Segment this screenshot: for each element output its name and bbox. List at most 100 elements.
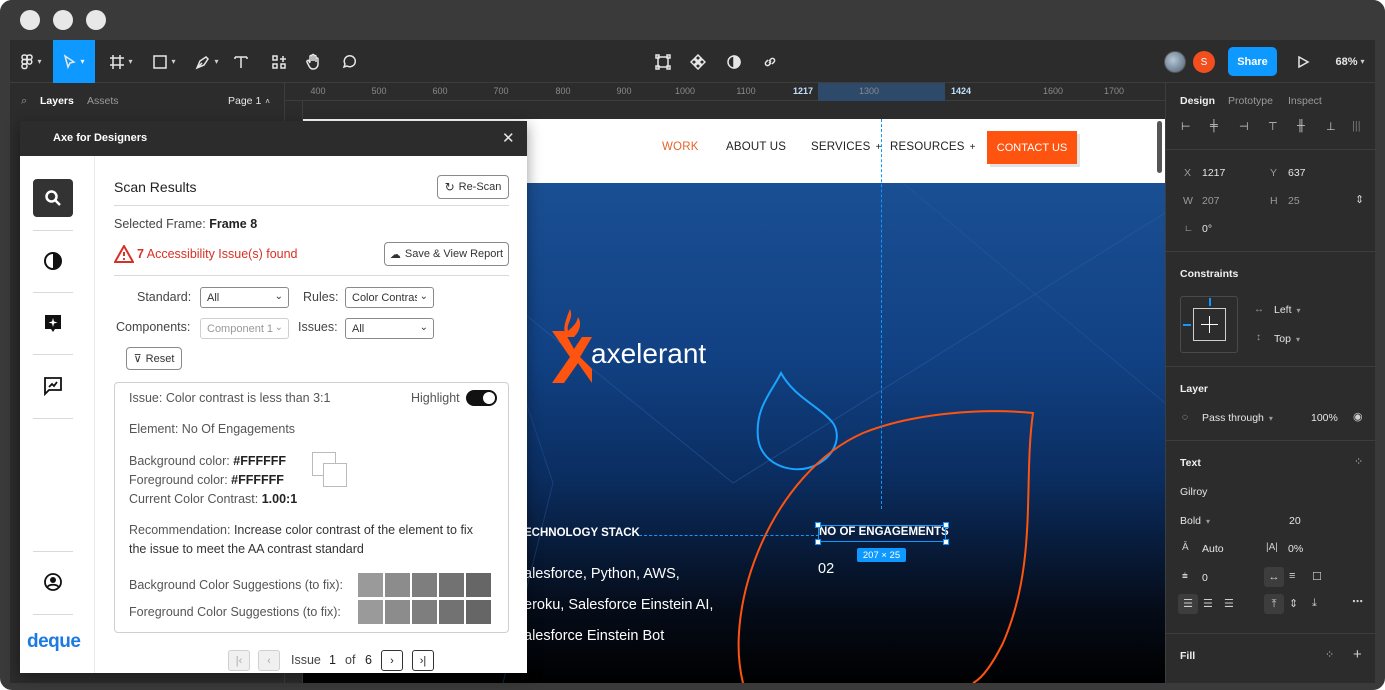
reset-button[interactable]: ⊽ Reset xyxy=(126,347,182,370)
constrain-proportions-icon[interactable]: ⇕ xyxy=(1355,193,1364,206)
nav-about-us[interactable]: ABOUT US xyxy=(726,141,786,153)
frame-tool-button[interactable]: ▾ xyxy=(102,40,140,83)
maximize-window-button[interactable] xyxy=(86,10,106,30)
auto-width-icon[interactable]: ↔ xyxy=(1264,567,1284,587)
account-button[interactable] xyxy=(43,572,63,597)
resize-handle[interactable] xyxy=(943,522,949,528)
contrast-nav-button[interactable] xyxy=(43,251,63,276)
components-select[interactable]: Component 1 ⌄ xyxy=(200,318,289,339)
close-window-button[interactable] xyxy=(20,10,40,30)
issues-select[interactable]: All ⌄ xyxy=(345,318,434,339)
horizontal-constraint-select[interactable]: Left ▾ xyxy=(1274,304,1301,316)
scan-nav-button[interactable] xyxy=(33,179,73,217)
foreground-suggestion-swatch[interactable] xyxy=(466,600,491,624)
contact-us-button[interactable]: CONTACT US xyxy=(987,131,1077,164)
comment-tool-button[interactable] xyxy=(338,40,360,83)
foreground-suggestion-swatch[interactable] xyxy=(412,600,437,624)
background-suggestion-swatch[interactable] xyxy=(439,573,464,597)
y-input[interactable]: 637 xyxy=(1288,167,1306,179)
line-height-input[interactable]: Auto xyxy=(1202,543,1224,555)
tab-layers[interactable]: Layers xyxy=(40,95,74,107)
background-suggestion-swatch[interactable] xyxy=(412,573,437,597)
zoom-menu[interactable]: 68% ▾ xyxy=(1328,40,1372,83)
align-left-icon[interactable]: ⊢ xyxy=(1181,120,1191,133)
font-weight-select[interactable]: Bold ▾ xyxy=(1180,515,1210,527)
distribute-icon[interactable]: ||| xyxy=(1352,120,1361,132)
text-align-left-icon[interactable]: ☰ xyxy=(1178,594,1198,614)
rules-select[interactable]: Color Contrast ⌄ xyxy=(345,287,434,308)
constraint-left-indicator[interactable] xyxy=(1183,324,1191,326)
rotation-input[interactable]: 0° xyxy=(1202,223,1212,235)
resize-handle[interactable] xyxy=(943,539,949,545)
w-input[interactable]: 207 xyxy=(1202,195,1220,207)
hand-tool-button[interactable] xyxy=(302,40,324,83)
standard-select[interactable]: All ⌄ xyxy=(200,287,289,308)
user-avatar[interactable]: S xyxy=(1193,51,1215,73)
main-menu-button[interactable]: ▾ xyxy=(10,40,52,83)
shape-tool-button[interactable]: ▾ xyxy=(145,40,183,83)
background-suggestion-swatch[interactable] xyxy=(466,573,491,597)
tab-design[interactable]: Design xyxy=(1180,95,1215,107)
first-page-button[interactable]: |‹ xyxy=(228,650,250,671)
prev-page-button[interactable]: ‹ xyxy=(258,650,280,671)
minimize-window-button[interactable] xyxy=(53,10,73,30)
letter-spacing-input[interactable]: 0% xyxy=(1288,543,1303,555)
foreground-suggestion-swatch[interactable] xyxy=(439,600,464,624)
fixed-size-icon[interactable]: ☐ xyxy=(1312,570,1322,583)
search-icon[interactable]: ⌕ xyxy=(21,95,27,108)
eye-icon[interactable]: ◉ xyxy=(1353,410,1363,423)
add-fill-icon[interactable]: + xyxy=(1353,646,1362,663)
h-input[interactable]: 25 xyxy=(1288,195,1300,207)
align-center-horizontal-icon[interactable]: ╪ xyxy=(1210,120,1218,132)
foreground-suggestion-swatch[interactable] xyxy=(358,600,383,624)
save-report-button[interactable]: ☁ Save & View Report xyxy=(384,242,509,266)
background-suggestion-swatch[interactable] xyxy=(358,573,383,597)
resources-button[interactable] xyxy=(268,40,290,83)
mask-button[interactable] xyxy=(723,40,745,83)
close-icon[interactable]: ✕ xyxy=(502,129,515,147)
x-input[interactable]: 1217 xyxy=(1202,167,1225,179)
align-bottom-text-icon[interactable]: ⤓ xyxy=(1312,597,1317,610)
link-button[interactable] xyxy=(759,40,781,83)
text-tool-button[interactable] xyxy=(230,40,252,83)
resize-handle[interactable] xyxy=(815,539,821,545)
font-family-select[interactable]: Gilroy xyxy=(1180,486,1207,498)
foreground-suggestion-swatch[interactable] xyxy=(385,600,410,624)
align-middle-text-icon[interactable]: ⇕ xyxy=(1289,597,1298,610)
vertical-constraint-select[interactable]: Top ▾ xyxy=(1274,333,1300,345)
tab-prototype[interactable]: Prototype xyxy=(1228,95,1273,107)
opacity-input[interactable]: 100% xyxy=(1311,412,1338,424)
fill-styles-icon[interactable]: ⁘ xyxy=(1325,648,1334,661)
align-middle-icon[interactable]: ╫ xyxy=(1297,120,1305,132)
align-top-icon[interactable]: ⊤ xyxy=(1268,120,1278,133)
text-align-right-icon[interactable]: ☰ xyxy=(1224,597,1234,610)
highlight-toggle[interactable] xyxy=(466,390,497,406)
avatar[interactable] xyxy=(1164,51,1186,73)
text-align-center-icon[interactable]: ☰ xyxy=(1203,597,1213,610)
align-right-icon[interactable]: ⊣ xyxy=(1239,120,1249,133)
align-bottom-icon[interactable]: ⊥ xyxy=(1326,120,1336,133)
align-top-text-icon[interactable]: ⤒ xyxy=(1264,594,1284,614)
vertical-scrollbar[interactable] xyxy=(1157,121,1162,173)
nav-work[interactable]: WORK xyxy=(662,141,699,153)
constraint-top-indicator[interactable] xyxy=(1209,298,1211,306)
last-page-button[interactable]: ›| xyxy=(412,650,434,671)
text-styles-icon[interactable]: ⁘ xyxy=(1354,455,1363,468)
paragraph-spacing-input[interactable]: 0 xyxy=(1202,572,1208,584)
selection-box[interactable] xyxy=(818,525,946,542)
font-size-input[interactable]: 20 xyxy=(1289,515,1301,527)
next-page-button[interactable]: › xyxy=(381,650,403,671)
move-tool-button[interactable]: ▾ xyxy=(53,40,95,83)
share-button[interactable]: Share xyxy=(1228,47,1277,76)
background-suggestion-swatch[interactable] xyxy=(385,573,410,597)
nav-resources[interactable]: RESOURCES + xyxy=(890,141,976,153)
resize-handle[interactable] xyxy=(815,522,821,528)
tab-inspect[interactable]: Inspect xyxy=(1288,95,1322,107)
transform-button[interactable] xyxy=(652,40,674,83)
component-button[interactable] xyxy=(687,40,709,83)
page-selector[interactable]: Page 1 ˄ xyxy=(228,95,270,107)
constraints-widget[interactable] xyxy=(1180,296,1238,353)
pen-tool-button[interactable]: ▾ xyxy=(188,40,226,83)
blend-mode-select[interactable]: Pass through ▾ xyxy=(1202,412,1273,424)
report-nav-button[interactable] xyxy=(43,376,63,401)
